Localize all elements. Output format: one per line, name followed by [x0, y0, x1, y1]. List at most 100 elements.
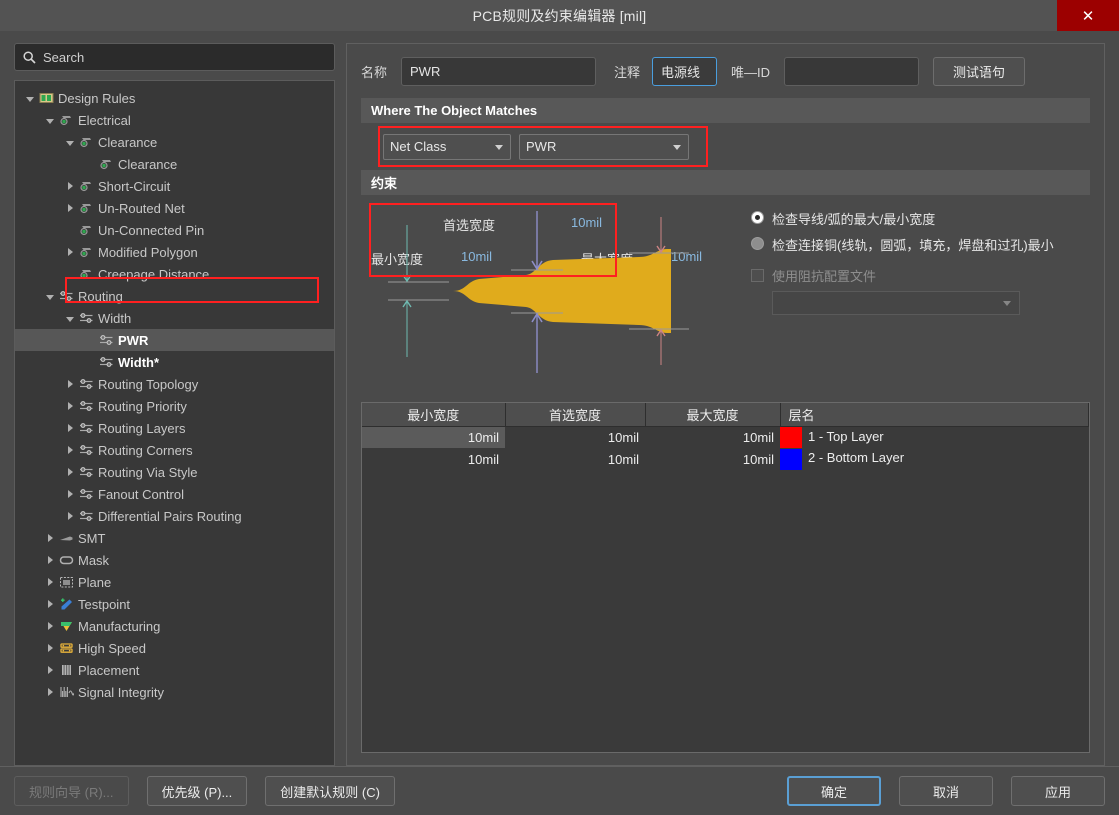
tree-item-smt[interactable]: SMT — [15, 527, 334, 549]
name-field[interactable]: PWR — [401, 56, 597, 86]
expand-arrow-icon[interactable] — [43, 622, 57, 630]
table-header-row: 最小宽度 首选宽度 最大宽度 层名 — [362, 403, 1089, 427]
collapse-arrow-icon[interactable] — [43, 117, 57, 124]
expand-arrow-icon[interactable] — [63, 402, 77, 410]
unique-id-field[interactable] — [784, 56, 920, 86]
name-label: 名称 — [361, 64, 388, 80]
electrical-icon — [77, 223, 95, 237]
footer-bar: 规则向导 (R)... 优先级 (P)... 创建默认规则 (C) 确定 取消 … — [0, 766, 1119, 815]
left-panel: Search Design Rules Electrical Clearance Cl… — [14, 43, 335, 766]
tree-item-routing-priority[interactable]: Routing Priority — [15, 395, 334, 417]
expand-arrow-icon[interactable] — [43, 534, 57, 542]
tree-item-routing-layers[interactable]: Routing Layers — [15, 417, 334, 439]
collapse-arrow-icon[interactable] — [43, 293, 57, 300]
priority-button[interactable]: 优先级 (P)... — [146, 776, 248, 806]
expand-arrow-icon[interactable] — [63, 424, 77, 432]
collapse-arrow-icon[interactable] — [63, 139, 77, 146]
expand-arrow-icon[interactable] — [43, 688, 57, 696]
close-button[interactable]: ✕ — [1057, 0, 1119, 31]
electrical-icon — [97, 157, 115, 171]
radio-copper-width[interactable]: 检查连接铜(线轨，圆弧，填充，焊盘和过孔)最小 — [751, 235, 1081, 254]
tree-item-modified-polygon[interactable]: Modified Polygon — [15, 241, 334, 263]
radio-track-width[interactable]: 检查导线/弧的最大/最小宽度 — [751, 209, 1081, 228]
expand-arrow-icon[interactable] — [63, 248, 77, 256]
column-header-layer-name[interactable]: 层名 — [780, 403, 1089, 427]
cell-preferred-width[interactable]: 10mil — [505, 426, 645, 448]
tree-item-label: Routing Topology — [98, 376, 199, 392]
column-header-min-width[interactable]: 最小宽度 — [362, 403, 506, 427]
rules-tree[interactable]: Design Rules Electrical Clearance Clearance… — [14, 80, 335, 766]
collapse-arrow-icon[interactable] — [23, 95, 37, 102]
apply-label: 应用 — [1044, 784, 1071, 800]
cell-max-width[interactable]: 10mil — [645, 448, 780, 470]
expand-arrow-icon[interactable] — [43, 644, 57, 652]
tree-item-width[interactable]: Width — [15, 307, 334, 329]
tree-item-creepage-distance[interactable]: Creepage Distance — [15, 263, 334, 285]
layer-width-table[interactable]: 最小宽度 首选宽度 最大宽度 层名 10mil 10mil 10mil 1 - Top… — [361, 402, 1090, 753]
tree-item-clearance[interactable]: Clearance — [15, 131, 334, 153]
high-speed-icon — [57, 641, 75, 655]
tree-item-testpoint[interactable]: Testpoint — [15, 593, 334, 615]
tree-item-routing[interactable]: Routing — [15, 285, 334, 307]
expand-arrow-icon[interactable] — [63, 512, 77, 520]
target-dropdown[interactable]: PWR — [519, 133, 689, 160]
expand-arrow-icon[interactable] — [63, 204, 77, 212]
create-default-rules-button[interactable]: 创建默认规则 (C) — [265, 776, 395, 806]
tree-item-un-routed-net[interactable]: Un-Routed Net — [15, 197, 334, 219]
tree-item-label: Width* — [118, 354, 160, 370]
cancel-button[interactable]: 取消 — [899, 776, 993, 806]
tree-item-label: SMT — [78, 530, 106, 546]
tree-item-clearance[interactable]: Clearance — [15, 153, 334, 175]
expand-arrow-icon[interactable] — [43, 578, 57, 586]
cell-min-width[interactable]: 10mil — [362, 448, 505, 470]
expand-arrow-icon[interactable] — [43, 666, 57, 674]
cell-layer-name[interactable]: 2 - Bottom Layer — [780, 448, 1089, 470]
tree-item-placement[interactable]: Placement — [15, 659, 334, 681]
scope-dropdown[interactable]: Net Class — [383, 133, 511, 160]
search-input[interactable]: Search — [14, 43, 335, 71]
impedance-profile-checkbox[interactable]: 使用阻抗配置文件 — [751, 266, 1081, 285]
tree-item-fanout-control[interactable]: Fanout Control — [15, 483, 334, 505]
routing-icon — [77, 311, 95, 325]
tree-item-routing-topology[interactable]: Routing Topology — [15, 373, 334, 395]
tree-item-differential-pairs-routing[interactable]: Differential Pairs Routing — [15, 505, 334, 527]
tree-item-mask[interactable]: Mask — [15, 549, 334, 571]
table-row[interactable]: 10mil 10mil 10mil 1 - Top Layer — [362, 426, 1089, 448]
tree-item-routing-corners[interactable]: Routing Corners — [15, 439, 334, 461]
ok-button[interactable]: 确定 — [787, 776, 881, 806]
cell-layer-name[interactable]: 1 - Top Layer — [780, 426, 1089, 448]
expand-arrow-icon[interactable] — [63, 380, 77, 388]
tree-item-design-rules[interactable]: Design Rules — [15, 87, 334, 109]
tree-item-electrical[interactable]: Electrical — [15, 109, 334, 131]
tree-item-short-circuit[interactable]: Short-Circuit — [15, 175, 334, 197]
column-header-preferred-width[interactable]: 首选宽度 — [505, 403, 646, 427]
tree-item-high-speed[interactable]: High Speed — [15, 637, 334, 659]
tree-item-routing-via-style[interactable]: Routing Via Style — [15, 461, 334, 483]
expand-arrow-icon[interactable] — [43, 600, 57, 608]
tree-item-label: Clearance — [118, 156, 178, 172]
routing-icon — [77, 443, 95, 457]
tree-item-label: Clearance — [98, 134, 158, 150]
expand-arrow-icon[interactable] — [63, 446, 77, 454]
rule-wizard-button[interactable]: 规则向导 (R)... — [14, 776, 129, 806]
impedance-profile-dropdown[interactable] — [772, 291, 1020, 315]
expand-arrow-icon[interactable] — [63, 468, 77, 476]
expand-arrow-icon[interactable] — [43, 556, 57, 564]
expand-arrow-icon[interactable] — [63, 490, 77, 498]
tree-item-signal-integrity[interactable]: Signal Integrity — [15, 681, 334, 703]
collapse-arrow-icon[interactable] — [63, 315, 77, 322]
test-query-button[interactable]: 测试语句 — [933, 56, 1026, 86]
tree-item-un-connected-pin[interactable]: Un-Connected Pin — [15, 219, 334, 241]
cell-preferred-width[interactable]: 10mil — [505, 448, 645, 470]
apply-button[interactable]: 应用 — [1011, 776, 1105, 806]
column-header-max-width[interactable]: 最大宽度 — [645, 403, 781, 427]
expand-arrow-icon[interactable] — [63, 182, 77, 190]
table-row[interactable]: 10mil 10mil 10mil 2 - Bottom Layer — [362, 448, 1089, 470]
tree-item-manufacturing[interactable]: Manufacturing — [15, 615, 334, 637]
comment-field[interactable]: 电源线 — [652, 56, 718, 86]
tree-item-plane[interactable]: Plane — [15, 571, 334, 593]
cell-max-width[interactable]: 10mil — [645, 426, 780, 448]
tree-item-width[interactable]: Width* — [15, 351, 334, 373]
tree-item-pwr[interactable]: PWR — [15, 329, 334, 351]
cell-min-width[interactable]: 10mil — [362, 426, 505, 448]
